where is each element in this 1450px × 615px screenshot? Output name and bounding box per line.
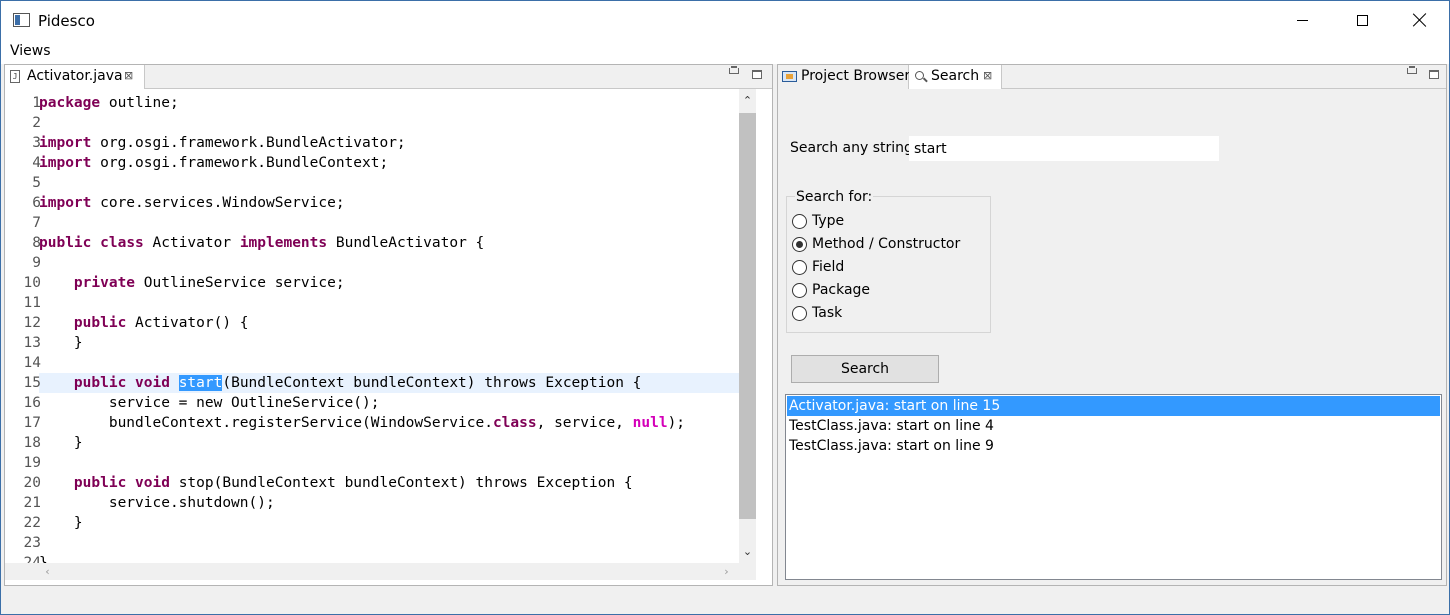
editor-minimize-icon[interactable] (729, 66, 739, 74)
project-browser-icon (782, 71, 797, 82)
search-icon (915, 71, 924, 80)
line-number: 7 (32, 215, 41, 231)
search-input[interactable] (909, 136, 1219, 161)
maximize-icon (1356, 14, 1368, 26)
result-item[interactable]: Activator.java: start on line 15 (787, 396, 1440, 416)
search-tab-label: Search (931, 68, 980, 84)
radio-button-icon[interactable] (792, 214, 807, 229)
radio-method-constructor-label: Method / Constructor (812, 236, 961, 252)
maximize-button[interactable] (1339, 1, 1385, 39)
radio-task-label: Task (812, 305, 843, 321)
search-string-label: Search any string: (790, 140, 918, 156)
line-number: 4 (32, 155, 41, 171)
editor-maximize-icon[interactable] (752, 70, 762, 79)
result-item[interactable]: TestClass.java: start on line 4 (787, 416, 1440, 436)
menu-bar: Views (1, 39, 1449, 64)
close-icon (1413, 13, 1427, 27)
editor-vertical-scrollbar[interactable]: ⌃ ⌄ (739, 89, 756, 563)
radio-button-icon[interactable] (792, 306, 807, 321)
line-number: 9 (32, 255, 41, 271)
code-line[interactable]: } (39, 433, 83, 453)
view-minimize-icon[interactable] (1407, 66, 1417, 74)
radio-type-label: Type (812, 213, 845, 229)
search-results-list[interactable]: Activator.java: start on line 15 TestCla… (785, 394, 1442, 580)
tab-search[interactable]: Search ⊠ (909, 65, 1002, 89)
line-number: 10 (23, 275, 41, 291)
minimize-icon (1296, 19, 1308, 21)
code-line[interactable]: public void stop(BundleContext bundleCon… (39, 473, 633, 493)
search-tab-close-icon[interactable]: ⊠ (983, 69, 992, 82)
search-view-pane: Project Browser Search ⊠ Search any stri… (777, 64, 1447, 586)
editor-horizontal-scrollbar[interactable]: ‹ › (5, 563, 756, 580)
line-number: 21 (23, 495, 41, 511)
line-number: 3 (32, 135, 41, 151)
scroll-up-icon[interactable]: ⌃ (739, 92, 756, 109)
radio-button-icon[interactable] (792, 260, 807, 275)
code-line[interactable]: import org.osgi.framework.BundleContext; (39, 153, 388, 173)
editor-pane: J Activator.java ⊠ 1 package outline; 2 3 im… (4, 64, 773, 586)
scroll-down-icon[interactable]: ⌄ (739, 543, 756, 560)
code-line[interactable]: public class Activator implements Bundle… (39, 233, 484, 253)
menu-item-views[interactable]: Views (10, 43, 51, 59)
window-title: Pidesco (38, 12, 95, 30)
line-number: 15 (23, 375, 41, 391)
scroll-left-icon[interactable]: ‹ (39, 563, 56, 580)
code-line[interactable]: } (39, 553, 48, 563)
code-line[interactable]: } (39, 333, 83, 353)
line-number: 12 (23, 315, 41, 331)
scroll-right-icon[interactable]: › (718, 563, 735, 580)
line-number: 5 (32, 175, 41, 191)
close-button[interactable] (1397, 1, 1443, 39)
code-line[interactable]: package outline; (39, 93, 179, 113)
radio-package-label: Package (812, 282, 871, 298)
tab-project-browser[interactable]: Project Browser (778, 65, 911, 89)
line-number: 20 (23, 475, 41, 491)
line-number: 6 (32, 195, 41, 211)
app-window-icon (13, 13, 30, 27)
code-line[interactable]: private OutlineService service; (39, 273, 345, 293)
radio-button-icon[interactable] (792, 237, 807, 252)
scroll-thumb[interactable] (739, 113, 756, 519)
code-editor[interactable]: 1 package outline; 2 3 import org.osgi.frame… (5, 89, 739, 563)
search-button[interactable]: Search (791, 355, 939, 383)
line-number: 11 (23, 295, 41, 311)
line-number: 23 (23, 535, 41, 551)
line-number: 14 (23, 355, 41, 371)
java-file-icon: J (10, 70, 20, 83)
minimize-button[interactable] (1279, 1, 1325, 39)
radio-field-label: Field (812, 259, 845, 275)
line-number: 18 (23, 435, 41, 451)
view-maximize-icon[interactable] (1429, 70, 1439, 79)
tab-close-icon[interactable]: ⊠ (124, 69, 133, 82)
line-number: 2 (32, 115, 41, 131)
code-line[interactable]: service = new OutlineService(); (39, 393, 380, 413)
code-line[interactable]: import core.services.WindowService; (39, 193, 345, 213)
search-for-group: Search for: Type Method / Constructor Fi… (786, 189, 991, 333)
code-line[interactable]: service.shutdown(); (39, 493, 275, 513)
code-line[interactable]: public Activator() { (39, 313, 249, 333)
line-number: 17 (23, 415, 41, 431)
line-number: 1 (32, 95, 41, 111)
selected-text: start (178, 375, 223, 391)
editor-tab-label: Activator.java (27, 68, 123, 84)
project-browser-tab-label: Project Browser (801, 68, 911, 84)
tab-activator-java[interactable]: J Activator.java ⊠ (5, 65, 145, 89)
line-number: 13 (23, 335, 41, 351)
line-number: 19 (23, 455, 41, 471)
line-number: 16 (23, 395, 41, 411)
line-number: 8 (32, 235, 41, 251)
code-line[interactable]: bundleContext.registerService(WindowServ… (39, 413, 685, 433)
line-number: 24 (23, 555, 41, 563)
line-number: 22 (23, 515, 41, 531)
view-tab-bar: Project Browser Search ⊠ (778, 65, 1446, 89)
radio-button-icon[interactable] (792, 283, 807, 298)
search-for-label: Search for: (795, 189, 874, 205)
status-bar (1, 588, 1449, 614)
code-line[interactable]: } (39, 513, 83, 533)
code-line[interactable]: import org.osgi.framework.BundleActivato… (39, 133, 406, 153)
code-line[interactable]: public void start(BundleContext bundleCo… (39, 373, 641, 393)
title-bar: Pidesco (1, 1, 1449, 39)
editor-tab-bar: J Activator.java ⊠ (5, 65, 772, 89)
result-item[interactable]: TestClass.java: start on line 9 (787, 436, 1440, 456)
